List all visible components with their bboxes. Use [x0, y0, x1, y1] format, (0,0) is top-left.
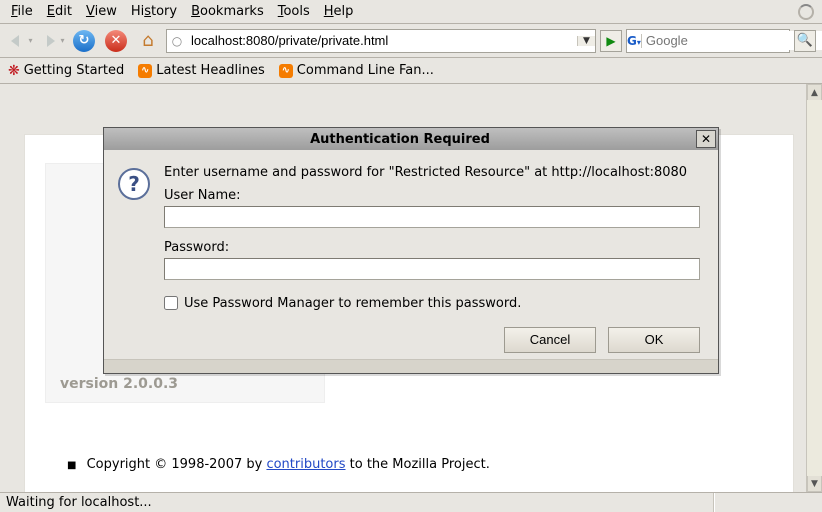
password-label: Password: [164, 240, 700, 255]
password-input[interactable] [164, 258, 700, 280]
remember-label: Use Password Manager to remember this pa… [184, 296, 521, 311]
question-icon: ? [118, 168, 150, 200]
remember-checkbox[interactable] [164, 296, 178, 310]
dialog-close-button[interactable]: ✕ [696, 130, 716, 148]
ok-button[interactable]: OK [608, 327, 700, 353]
dialog-status-strip [104, 359, 718, 373]
username-label: User Name: [164, 188, 700, 203]
auth-dialog: Authentication Required ✕ ? Enter userna… [103, 127, 719, 374]
dialog-titlebar[interactable]: Authentication Required ✕ [104, 128, 718, 150]
cancel-button[interactable]: Cancel [504, 327, 596, 353]
dialog-message: Enter username and password for "Restric… [164, 164, 700, 182]
username-input[interactable] [164, 206, 700, 228]
close-icon: ✕ [701, 132, 711, 146]
dialog-title: Authentication Required [104, 132, 696, 147]
modal-layer: Authentication Required ✕ ? Enter userna… [0, 0, 822, 512]
